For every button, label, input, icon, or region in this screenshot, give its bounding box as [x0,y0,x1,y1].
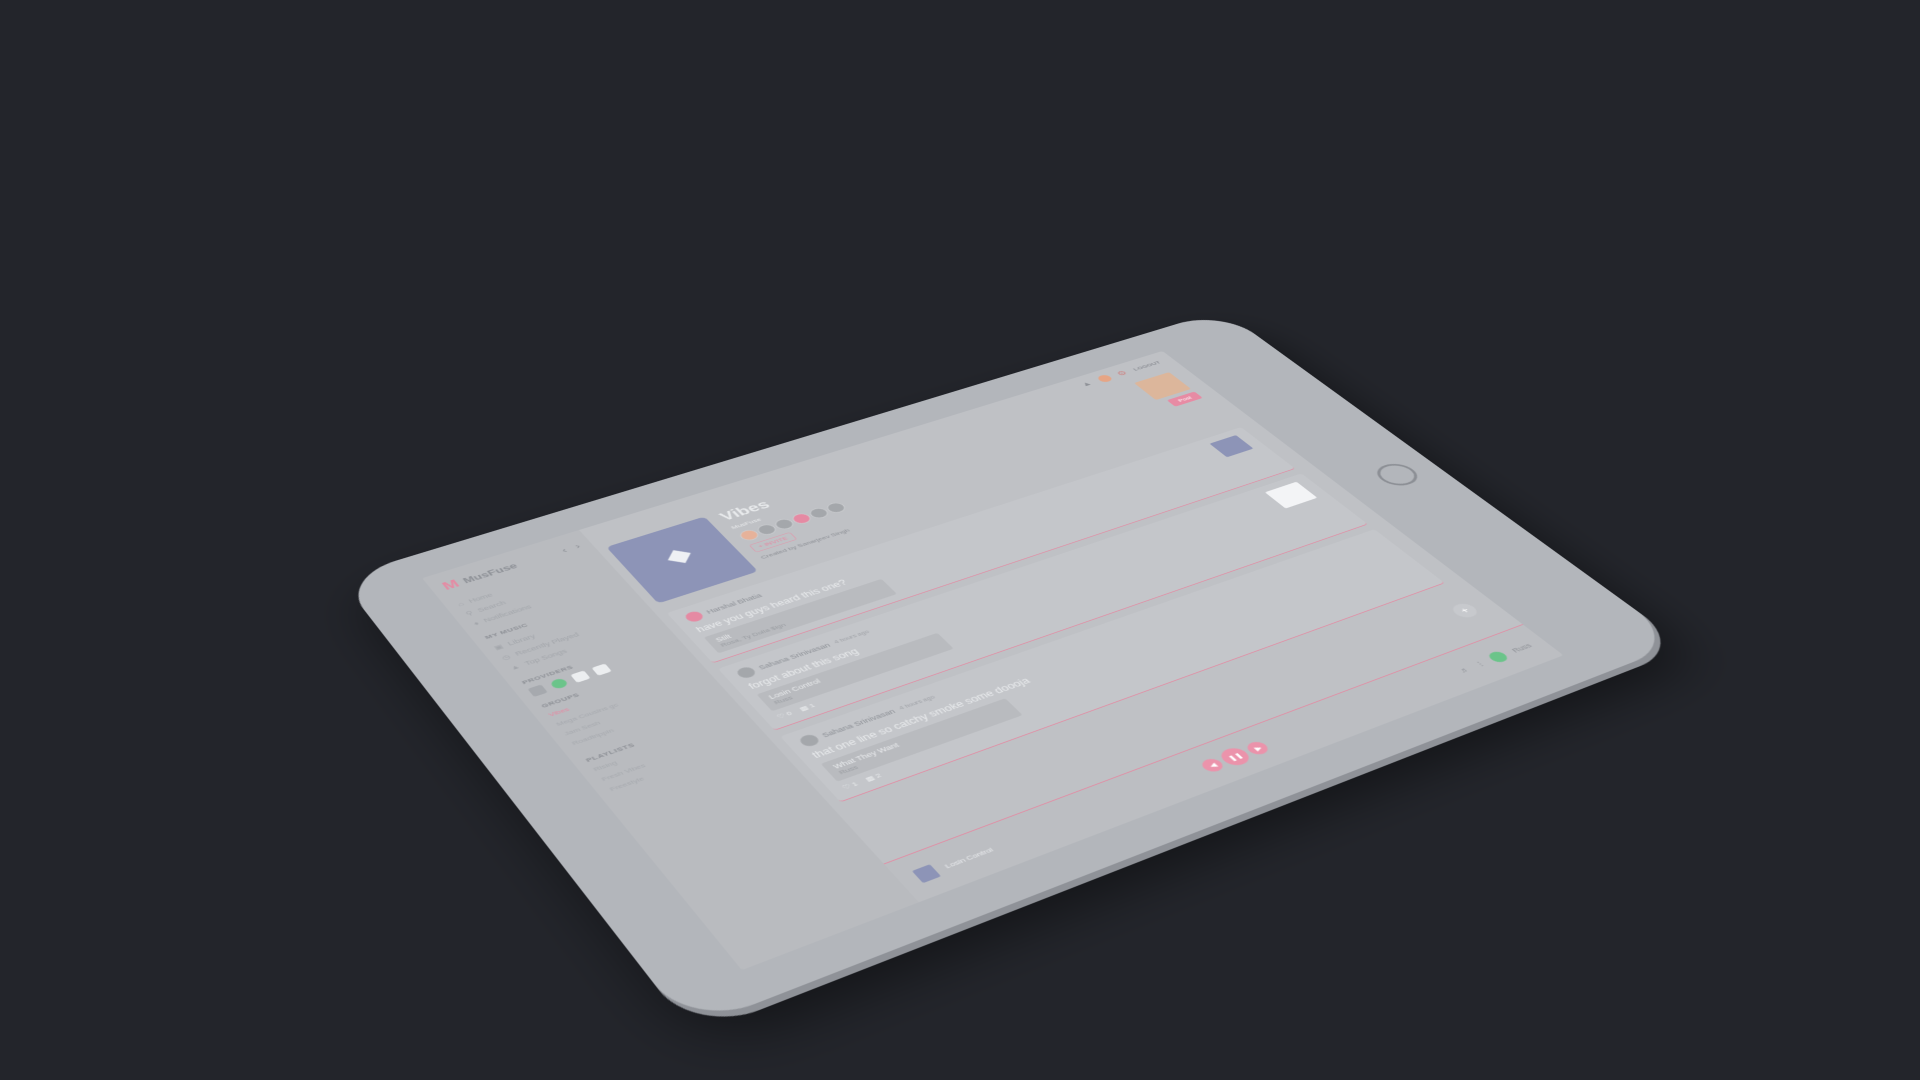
like-button[interactable]: ♡ 0 [775,710,793,720]
avatar[interactable] [797,733,822,749]
search-icon: ⚲ [463,609,475,617]
music-note-icon [667,549,691,563]
provider-soundcloud-icon[interactable] [591,663,612,676]
now-playing-title[interactable]: Losin Control [943,846,995,870]
more-icon[interactable]: ⋮ [1472,659,1487,668]
provider-apple-icon[interactable] [527,684,548,697]
gear-icon[interactable]: ⚙ [1114,369,1130,377]
user-avatar[interactable] [1095,373,1114,384]
like-count: 1 [849,780,860,788]
app-logo[interactable]: M [439,578,462,593]
comment-count: 2 [873,772,883,780]
provider-label: Russ [1509,642,1534,654]
bell-icon: ♦ [471,619,481,627]
provider-spotify-icon[interactable] [548,677,570,690]
clock-icon: ◷ [499,653,513,662]
comment-button[interactable]: ▩ 1 [798,702,816,712]
comment-button[interactable]: ▩ 2 [864,772,883,783]
tablet-device: M MusFuse ‹ › ⌂ Home ⚲ Search ♦ Notifica… [339,310,1682,1030]
spotify-icon[interactable] [1486,649,1511,664]
like-count: 0 [784,710,794,717]
logout-button[interactable]: LOGOUT [1131,360,1162,372]
home-icon: ⌂ [456,600,466,608]
avatar[interactable] [682,609,706,624]
player-controls: ◀ ❚❚ ▶ [1197,738,1275,776]
header-actions: Post [1134,372,1231,431]
like-button[interactable]: ♡ 1 [841,781,860,791]
chart-icon: ▲ [508,662,522,672]
history-nav: ‹ › [559,542,583,555]
volume-icon[interactable]: ♬ [1457,666,1472,674]
player-extras: ♬ ⋮ Russ [1455,640,1536,675]
provider-tidal-icon[interactable] [570,670,591,683]
comment-count: 1 [807,702,817,709]
back-arrow-icon[interactable]: ‹ [559,546,570,555]
forward-arrow-icon[interactable]: › [572,542,583,551]
app-screen: M MusFuse ‹ › ⌂ Home ⚲ Search ♦ Notifica… [422,350,1564,971]
scene: M MusFuse ‹ › ⌂ Home ⚲ Search ♦ Notifica… [0,0,1920,1080]
now-playing-cover[interactable] [911,864,942,884]
avatar[interactable] [734,665,758,680]
notifications-icon[interactable]: ▲ [1079,380,1095,388]
library-icon: ▣ [491,642,505,652]
home-button[interactable] [1369,460,1426,490]
feed: Harshal Bhatia have you guys heard this … [666,427,1445,803]
